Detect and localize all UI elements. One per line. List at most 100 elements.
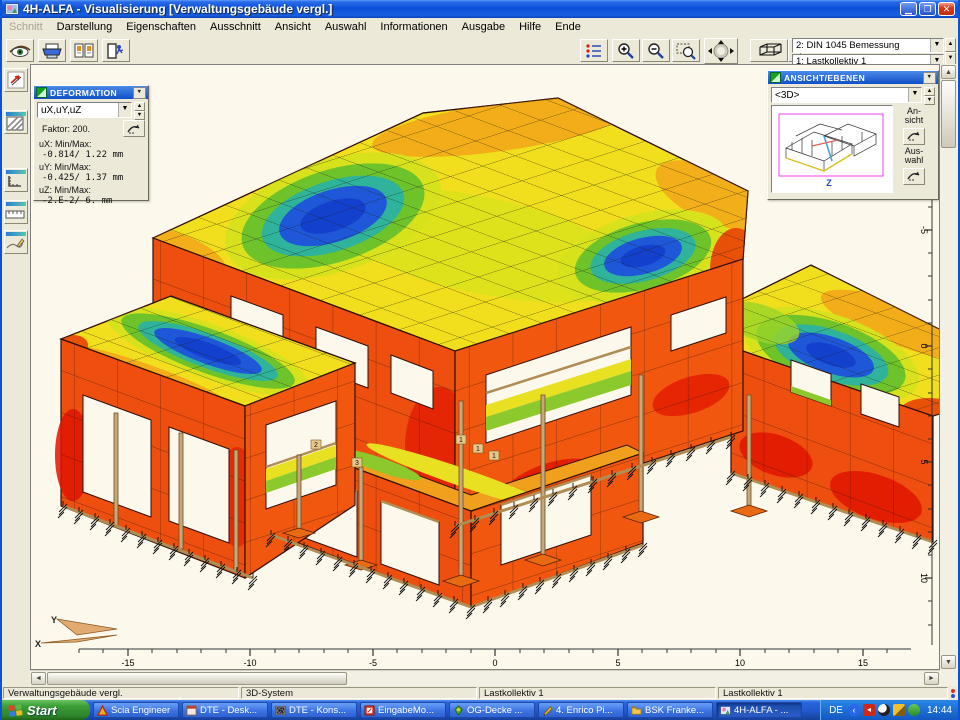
deformation-spinner[interactable]: ▲▼ [134, 102, 145, 118]
zoom-out-icon [647, 42, 665, 60]
system-tray: DE ‹ ◂ 14:44 [820, 700, 958, 720]
horizontal-scroll-thumb[interactable] [47, 672, 347, 685]
apply-arrow-icon [907, 131, 921, 141]
beam-label: 1 [476, 446, 480, 453]
menu-auswahl[interactable]: Auswahl [318, 19, 374, 35]
task-dte-desk[interactable]: DTE - Desk... [182, 702, 268, 718]
main-toolbar: ▼ 2: DIN 1045 Bemessung ▼ 1: Lastkollekt… [2, 36, 958, 64]
zoom-in-icon [617, 42, 635, 60]
edit-pointer-button[interactable] [4, 68, 28, 92]
panel-minimize-button[interactable]: ▾ [923, 72, 936, 84]
sketch-panel-button[interactable] [4, 230, 28, 254]
menu-ausgabe[interactable]: Ausgabe [455, 19, 512, 35]
zoom-in-button[interactable] [612, 39, 640, 62]
deformation-panel-titlebar[interactable]: DEFORMATION ▾ [34, 86, 148, 99]
panel-strip [6, 232, 26, 236]
view-panel-titlebar[interactable]: ANSICHT/EBENEN ▾ [768, 71, 938, 84]
task-label: 4H-ALFA - ... [734, 705, 788, 716]
view-3d-button[interactable] [750, 39, 788, 62]
menu-informationen[interactable]: Informationen [373, 19, 454, 35]
beam-label: 2 [314, 442, 318, 449]
task-4h-alfa[interactable]: 4H-ALFA - ... [716, 702, 802, 718]
axes-panel-button[interactable] [4, 168, 28, 192]
apply-factor-button[interactable] [123, 120, 145, 137]
menu-ende[interactable]: Ende [548, 19, 588, 35]
ansicht-button[interactable] [903, 128, 925, 145]
uy-value: -0.425/ 1.37 mm [42, 173, 143, 183]
tray-volume-icon[interactable]: ◂ [863, 704, 875, 716]
uz-value: -2.E-2/ 6. mm [42, 196, 143, 206]
task-bsk-folder[interactable]: BSK Franke... [627, 702, 713, 718]
design-code-combo[interactable]: 2: DIN 1045 Bemessung ▼ [792, 38, 944, 53]
viewport-canvas[interactable]: 2 3 1 1 1 Y X -15 [30, 64, 940, 670]
tray-collapse-icon[interactable]: ‹ [848, 704, 860, 716]
start-label: Start [27, 703, 57, 718]
view-levels-panel: ANSICHT/EBENEN ▾ <3D> ▼ ▲▼ [767, 70, 939, 200]
ux-value: -0.814/ 1.22 mm [42, 150, 143, 160]
view-spinner[interactable]: ▲▼ [924, 87, 935, 103]
loadcase-spinner[interactable]: ▲▼ [945, 38, 956, 65]
svg-text:-5: -5 [919, 226, 929, 234]
horizontal-scrollbar[interactable]: ◄ ► [30, 670, 940, 687]
exit-button[interactable] [102, 39, 130, 62]
window-title: 4H-ALFA - Visualisierung [Verwaltungsgeb… [23, 2, 898, 16]
ruler-bottom: -15 -10 -5 0 5 10 15 [79, 649, 911, 668]
task-scia-engineer[interactable]: Scia Engineer [93, 702, 179, 718]
panel-minimize-button[interactable]: ▾ [133, 87, 146, 99]
view-panel-title: ANSICHT/EBENEN [784, 73, 865, 83]
application-window: 4H-ALFA - Visualisierung [Verwaltungsgeb… [0, 0, 960, 720]
app-icon [5, 2, 19, 16]
view-options-button[interactable] [6, 39, 34, 62]
view-selector-combo[interactable]: <3D> ▼ [771, 87, 922, 103]
zoom-out-button[interactable] [642, 39, 670, 62]
chevron-down-icon[interactable]: ▼ [118, 103, 131, 117]
menu-ausschnitt[interactable]: Ausschnitt [203, 19, 268, 35]
sketch-pen-icon [5, 236, 25, 251]
console-icon: C:\ [275, 705, 286, 716]
pan-control[interactable] [704, 38, 738, 64]
restore-button[interactable]: ❐ [919, 2, 936, 16]
vertical-scroll-thumb[interactable] [941, 80, 956, 148]
exit-door-icon [106, 43, 126, 59]
menu-ansicht[interactable]: Ansicht [268, 19, 318, 35]
menu-eigenschaften[interactable]: Eigenschaften [119, 19, 203, 35]
close-button[interactable]: ✕ [938, 2, 955, 16]
zoom-window-button[interactable] [672, 39, 700, 62]
task-dte-konsole[interactable]: C:\ DTE - Kons... [271, 702, 357, 718]
ux-label: uX: Min/Max: [39, 139, 143, 149]
panel-strip [6, 202, 26, 206]
menu-darstellung[interactable]: Darstellung [50, 19, 120, 35]
scroll-up-button[interactable]: ▲ [941, 65, 956, 79]
chevron-down-icon[interactable]: ▼ [930, 39, 943, 52]
task-label: EingabeMo... [378, 705, 434, 716]
task-og-decke[interactable]: OG-Decke ... [449, 702, 535, 718]
vertical-scrollbar[interactable]: ▲ ▼ [940, 64, 958, 686]
tray-messenger-icon[interactable] [908, 704, 920, 716]
minimize-button[interactable]: ▁ [900, 2, 917, 16]
hatch-panel-button[interactable] [4, 110, 28, 134]
task-eingabemodul[interactable]: EingabeMo... [360, 702, 446, 718]
tray-disc-icon[interactable] [878, 704, 890, 716]
ruler-panel-button[interactable] [4, 200, 28, 224]
uy-label: uY: Min/Max: [39, 162, 143, 172]
task-enrico[interactable]: 4. Enrico Pi... [538, 702, 624, 718]
left-tool-column [2, 64, 30, 686]
language-indicator[interactable]: DE [829, 705, 843, 716]
menu-hilfe[interactable]: Hilfe [512, 19, 548, 35]
auswahl-button[interactable] [903, 168, 925, 185]
chevron-down-icon[interactable]: ▼ [908, 88, 921, 102]
panel-strip [6, 112, 26, 116]
print-button[interactable] [38, 39, 66, 62]
display-list-button[interactable] [580, 39, 608, 62]
view-preview[interactable]: Z [771, 105, 893, 193]
start-button[interactable]: Start [2, 700, 90, 720]
help-book-button[interactable] [70, 39, 98, 62]
menu-schnitt[interactable]: Schnitt [2, 19, 50, 35]
deformation-component-combo[interactable]: uX,uY,uZ ▼ [37, 102, 132, 118]
svg-text:10: 10 [919, 573, 929, 583]
scroll-down-button[interactable]: ▼ [941, 655, 956, 669]
scroll-right-button[interactable]: ► [924, 672, 939, 685]
zoom-window-icon [676, 42, 696, 60]
scroll-left-button[interactable]: ◄ [31, 672, 46, 685]
tray-pencil-icon[interactable] [893, 704, 905, 716]
